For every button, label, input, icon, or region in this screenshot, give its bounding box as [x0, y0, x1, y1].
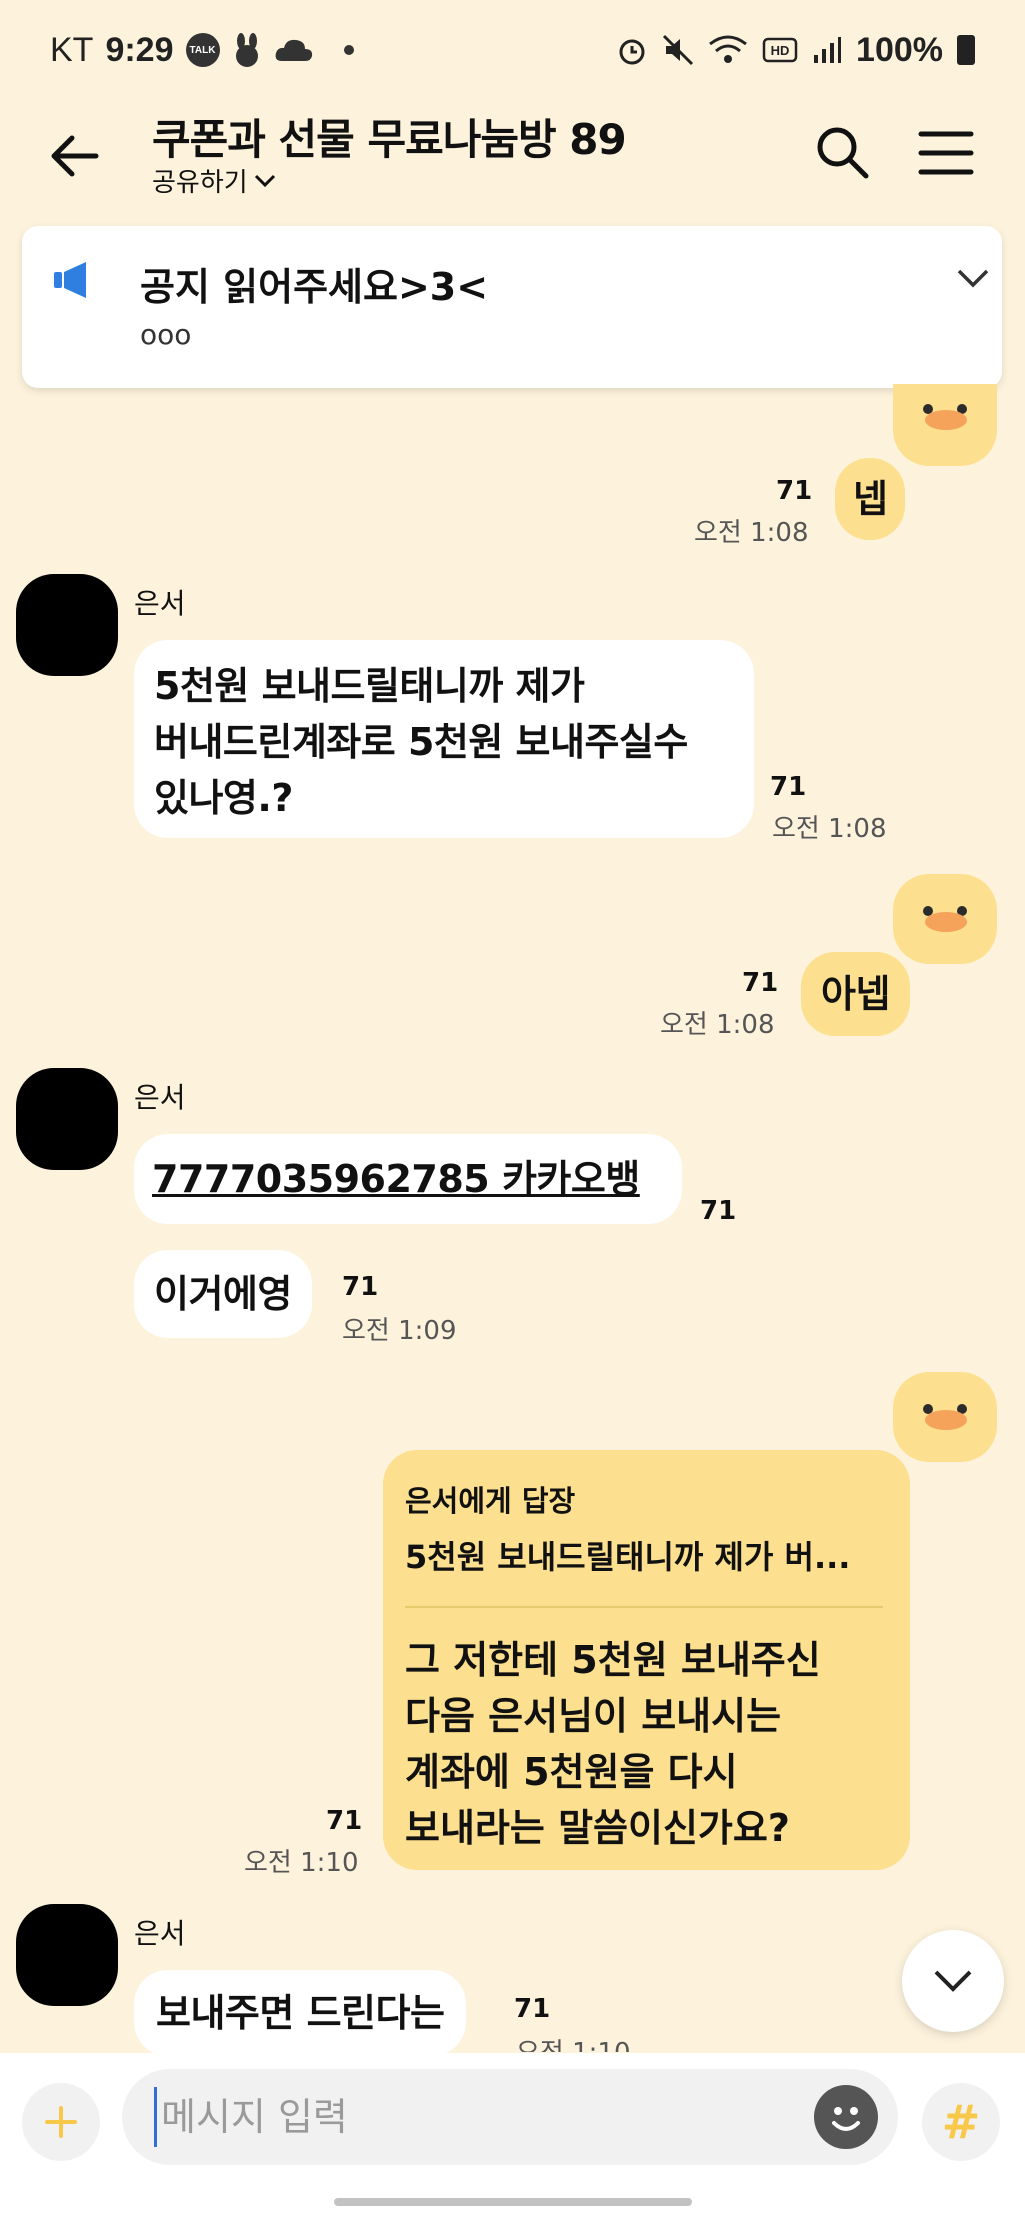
message-input-bar: #: [0, 2053, 1025, 2221]
message-input[interactable]: [154, 2087, 804, 2147]
message-line: 그 저한테 5천원 보내주신: [405, 1638, 821, 1682]
user-avatar[interactable]: [16, 574, 118, 676]
chat-room-title: 쿠폰과 선물 무료나눔방 89: [152, 115, 627, 164]
message-input-container[interactable]: [122, 2069, 898, 2165]
message-bubble[interactable]: 넵: [835, 458, 906, 540]
sender-name: 은서: [134, 1081, 186, 1114]
my-avatar: [893, 1372, 997, 1462]
status-right: HD 100%: [616, 31, 975, 70]
alarm-icon: [619, 39, 645, 65]
wifi-icon: [709, 35, 747, 63]
user-avatar[interactable]: [16, 1904, 118, 2006]
menu-icon[interactable]: [918, 128, 974, 178]
share-label: 공유하기: [152, 168, 248, 198]
unread-count: 71: [742, 968, 779, 998]
message-line: 5천원 보내드릴태니까 제가: [154, 664, 585, 708]
signal-icon: [814, 37, 842, 63]
chevron-down-icon: [934, 1970, 972, 1992]
carrier-label: KT: [50, 30, 94, 69]
chevron-down-icon: [254, 174, 275, 187]
notice-preview: ooo: [140, 318, 192, 351]
battery-icon: [957, 35, 975, 65]
scroll-to-bottom-button[interactable]: [902, 1930, 1004, 2032]
chevron-down-icon[interactable]: [956, 266, 990, 292]
duck-beak: [925, 410, 967, 430]
unread-count: 71: [514, 1994, 551, 2024]
status-left: KT 9:29 TALK: [50, 31, 354, 70]
megaphone-icon: [54, 262, 86, 298]
share-button[interactable]: 공유하기: [152, 162, 276, 199]
reply-label: 은서에게 답장: [405, 1484, 576, 1518]
duck-beak: [925, 1410, 967, 1430]
status-bar: KT 9:29 TALK HD 100%: [0, 0, 1025, 100]
message-time: 오전 1:08: [660, 1010, 775, 1040]
unread-count: 71: [342, 1272, 379, 1302]
rabbit-icon: [235, 33, 258, 67]
cloud-icon: [275, 39, 312, 61]
attach-button[interactable]: [22, 2083, 100, 2161]
reply-divider: [405, 1606, 883, 1608]
home-indicator[interactable]: [334, 2198, 692, 2206]
message-time: 오전 1:08: [694, 518, 809, 548]
unread-count: 71: [776, 476, 813, 506]
notice-banner[interactable]: 공지 읽어주세요>3< ooo: [22, 226, 1002, 388]
svg-text:HD: HD: [771, 43, 790, 58]
search-icon[interactable]: [812, 122, 872, 182]
clock: 9:29: [105, 30, 174, 69]
sender-name: 은서: [134, 1917, 186, 1950]
message-line: 있나영.?: [154, 776, 293, 820]
message-line: 버내드린계좌로 5천원 보내주실수: [154, 720, 688, 764]
smiley-icon: [832, 2107, 860, 2131]
notice-title: 공지 읽어주세요>3<: [140, 265, 489, 309]
unread-count: 71: [326, 1806, 363, 1836]
message-bubble[interactable]: 이거에영: [134, 1250, 312, 1338]
notification-dot-icon: [343, 45, 354, 55]
my-avatar: [893, 874, 997, 964]
plus-icon: [45, 2106, 77, 2138]
reply-quote[interactable]: 5천원 보내드릴태니까 제가 버...: [405, 1532, 850, 1578]
sender-name: 은서: [134, 587, 186, 620]
message-bubble[interactable]: 5천원 보내드릴태니까 제가 버내드린계좌로 5천원 보내주실수 있나영.?: [134, 640, 754, 838]
account-link-bubble[interactable]: 7777035962785 카카오뱅크: [134, 1134, 682, 1291]
battery-percentage: 100%: [856, 30, 943, 69]
message-bubble[interactable]: 아넵: [801, 952, 910, 1036]
talk-icon: TALK: [185, 33, 220, 67]
message-bubble[interactable]: 보내주면 드린다는: [134, 1970, 467, 2056]
unread-count: 71: [700, 1196, 737, 1226]
message-time: 오전 1:09: [342, 1316, 457, 1346]
my-avatar: [893, 384, 997, 466]
mute-icon: [662, 34, 694, 66]
reply-message-bubble[interactable]: 은서에게 답장 5천원 보내드릴태니까 제가 버... 그 저한테 5천원 보내…: [383, 1450, 910, 1870]
duck-beak: [925, 912, 967, 932]
message-line: 다음 은서님이 보내시는: [405, 1694, 782, 1738]
user-avatar[interactable]: [16, 1068, 118, 1170]
hashtag-button[interactable]: #: [922, 2083, 1000, 2161]
chat-header: 쿠폰과 선물 무료나눔방 89 공유하기: [0, 100, 1025, 220]
hd-voice-icon: HD: [762, 37, 798, 63]
back-arrow-icon[interactable]: [44, 126, 104, 186]
message-line: 계좌에 5천원을 다시: [405, 1750, 738, 1794]
message-time: 오전 1:10: [244, 1848, 359, 1878]
message-time: 오전 1:10: [516, 2032, 631, 2052]
message-line: 보내라는 말씀이신가요?: [405, 1806, 790, 1850]
unread-count: 71: [770, 772, 807, 802]
reply-text: 그 저한테 5천원 보내주신 다음 은서님이 보내시는 계좌에 5천원을 다시 …: [405, 1632, 895, 1856]
emoji-button[interactable]: [814, 2085, 878, 2149]
message-time: 오전 1:08: [772, 814, 887, 844]
